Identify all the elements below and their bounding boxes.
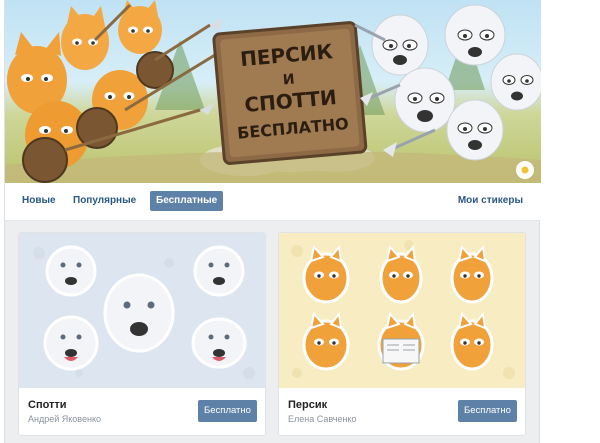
daisy-decoration bbox=[516, 161, 534, 179]
get-free-button[interactable]: Бесплатно bbox=[198, 400, 257, 422]
sticker-pack-preview[interactable] bbox=[19, 233, 265, 388]
sticker-pack-title[interactable]: Спотти bbox=[28, 399, 67, 411]
sticker-pack-author: Андрей Яковенко bbox=[28, 414, 102, 424]
banner-illustration: ПЕРСИКИСПОТТИБЕСПЛАТНО bbox=[5, 0, 541, 183]
get-free-button[interactable]: Бесплатно bbox=[458, 400, 517, 422]
tab-free[interactable]: Бесплатные bbox=[150, 191, 224, 211]
sticker-pack-author: Елена Савченко bbox=[288, 414, 357, 424]
banner-sign: ПЕРСИКИСПОТТИБЕСПЛАТНО bbox=[212, 21, 368, 165]
tab-new[interactable]: Новые bbox=[16, 191, 62, 211]
stickers-panel: ПЕРСИК И СПОТТИ БЕСПЛАТНО Новые Популярн… bbox=[4, 0, 541, 443]
spotty-dogs-group bbox=[354, 4, 541, 161]
spotty-stickers-preview bbox=[33, 245, 255, 379]
persik-stickers-preview bbox=[291, 240, 515, 379]
my-stickers-link[interactable]: Мои стикеры bbox=[452, 191, 529, 211]
sticker-pack-card-persik[interactable]: Персик Елена Савченко Бесплатно bbox=[278, 232, 526, 436]
promo-banner[interactable]: ПЕРСИК И СПОТТИ БЕСПЛАТНО bbox=[5, 0, 541, 183]
tab-popular[interactable]: Популярные bbox=[67, 191, 142, 211]
sticker-pack-card-spotty[interactable]: Спотти Андрей Яковенко Бесплатно bbox=[18, 232, 266, 436]
sticker-pack-preview[interactable] bbox=[279, 233, 525, 388]
banner-title-line: И bbox=[282, 72, 295, 89]
sticker-tabs: Новые Популярные Бесплатные Мои стикеры bbox=[5, 183, 541, 221]
sticker-pack-title[interactable]: Персик bbox=[288, 399, 327, 411]
